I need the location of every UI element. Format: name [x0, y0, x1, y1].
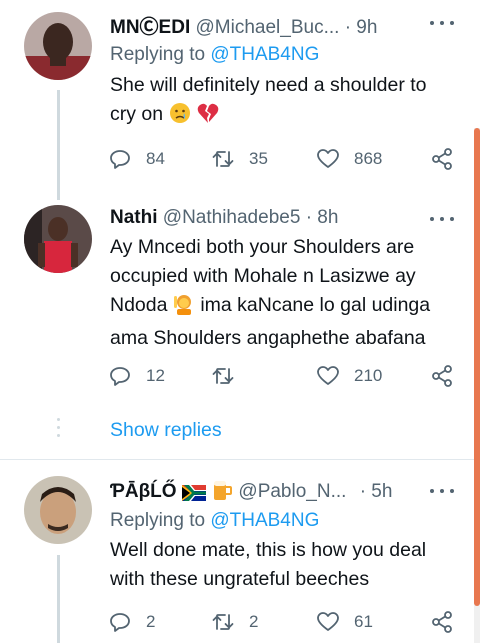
tweet-text-line: ama Shoulders angaphethe abafana: [110, 327, 426, 349]
display-name[interactable]: Nathi: [110, 207, 158, 228]
south-africa-flag-emoji: [181, 485, 206, 507]
more-options-icon[interactable]: [430, 19, 454, 27]
reply-button[interactable]: 2: [108, 608, 155, 636]
crying-face-emoji: [169, 102, 191, 133]
retweet-count: 35: [249, 149, 268, 168]
retweet-button[interactable]: [211, 362, 235, 390]
avatar[interactable]: [24, 12, 92, 80]
timestamp[interactable]: · 9h: [345, 17, 378, 38]
retweet-icon: [212, 368, 234, 384]
reply-count: 2: [146, 612, 156, 631]
tweet-text-line: Ndoda ima kaNcane lo gal udinga: [110, 291, 455, 324]
person-raising-hand-emoji: [173, 293, 195, 324]
reply-count: 84: [146, 149, 165, 168]
reply-icon: [110, 150, 130, 169]
tweet-text-line: with these ungrateful beeches: [110, 568, 370, 590]
tweet-3[interactable]: ƤĀβĹŐ @Pablo_N... · 5h Replying to @THAB…: [0, 460, 480, 643]
like-count: 210: [354, 366, 383, 385]
heart-icon: [317, 612, 339, 631]
heart-icon: [317, 149, 339, 168]
tweet-text-line: cry on: [110, 100, 455, 133]
like-button[interactable]: 61: [316, 608, 373, 636]
user-handle[interactable]: @Nathihadebe5: [163, 207, 301, 228]
user-handle[interactable]: @Michael_Buc...: [196, 17, 340, 38]
replying-to-label: Replying to: [110, 510, 211, 531]
reply-button[interactable]: 84: [108, 145, 165, 173]
avatar[interactable]: [24, 205, 92, 273]
share-button[interactable]: [430, 145, 454, 173]
share-button[interactable]: [430, 608, 454, 636]
retweet-icon: [212, 151, 234, 167]
reply-button[interactable]: 12: [108, 362, 165, 390]
retweet-count: 2: [249, 612, 259, 631]
tweet-text-fragment: cry on: [110, 103, 164, 125]
share-button[interactable]: [430, 362, 454, 390]
mention-link[interactable]: @THAB4NG: [210, 44, 319, 65]
heart-icon: [317, 366, 339, 385]
reply-icon: [110, 613, 130, 632]
retweet-icon: [212, 614, 234, 630]
thread-line: [57, 90, 60, 200]
tweet-text-line: Ay Mncedi both your Shoulders are: [110, 236, 415, 258]
tweet-text: Well done mate, this is how you deal wit…: [110, 536, 455, 594]
show-replies-link[interactable]: Show replies: [110, 419, 222, 442]
scrollbar[interactable]: [474, 128, 480, 643]
tweet-text-line: She will definitely need a shoulder to: [110, 74, 427, 96]
user-handle[interactable]: @Pablo_N...: [238, 481, 346, 502]
action-bar: 12 210: [108, 362, 458, 390]
tweet-2[interactable]: Nathi @Nathihadebe5 · 8h Ay Mncedi both …: [0, 200, 480, 460]
share-icon: [432, 365, 452, 387]
more-options-icon[interactable]: [430, 215, 454, 223]
like-count: 61: [354, 612, 373, 631]
scrollbar-thumb[interactable]: [474, 128, 480, 606]
like-button[interactable]: 210: [316, 362, 382, 390]
replying-to-label: Replying to: [110, 44, 211, 65]
like-button[interactable]: 868: [316, 145, 382, 173]
tweet-header: MNⒸEDI @Michael_Buc... · 9h: [110, 12, 377, 39]
tweet-text-fragment: ima kaNcane lo gal udinga: [200, 294, 431, 316]
reply-icon: [110, 367, 130, 386]
mention-link[interactable]: @THAB4NG: [210, 510, 319, 531]
tweet-text-line: occupied with Mohale n Lasizwe ay: [110, 265, 416, 287]
tweet-header: Nathi @Nathihadebe5 · 8h: [110, 207, 338, 229]
tweet-text-fragment: Ndoda: [110, 294, 168, 316]
tweet-text: Ay Mncedi both your Shoulders are occupi…: [110, 233, 455, 353]
retweet-button[interactable]: 35: [211, 145, 268, 173]
tweet-header: ƤĀβĹŐ @Pablo_N... · 5h: [110, 479, 392, 507]
tweet-text: She will definitely need a shoulder to c…: [110, 71, 455, 133]
avatar[interactable]: [24, 476, 92, 544]
action-bar: 84 35 868: [108, 145, 458, 173]
tweet-text-line: Well done mate, this is how you deal: [110, 539, 427, 561]
share-icon: [432, 148, 452, 170]
display-name[interactable]: MNⒸEDI: [110, 17, 190, 38]
replying-to: Replying to @THAB4NG: [110, 510, 319, 532]
retweet-button[interactable]: 2: [211, 608, 258, 636]
tweet-1[interactable]: MNⒸEDI @Michael_Buc... · 9h Replying to …: [0, 0, 480, 200]
share-icon: [432, 611, 452, 633]
action-bar: 2 2 61: [108, 608, 458, 636]
thread-line: [57, 555, 60, 643]
more-options-icon[interactable]: [430, 487, 454, 495]
display-name[interactable]: ƤĀβĹŐ: [110, 481, 177, 502]
broken-heart-emoji: [196, 102, 220, 133]
timestamp[interactable]: · 8h: [306, 207, 339, 228]
beer-mug-emoji: [211, 479, 233, 507]
replying-to: Replying to @THAB4NG: [110, 44, 319, 66]
timestamp[interactable]: · 5h: [360, 481, 393, 502]
reply-count: 12: [146, 366, 165, 385]
thread-dots: [57, 418, 60, 442]
like-count: 868: [354, 149, 383, 168]
